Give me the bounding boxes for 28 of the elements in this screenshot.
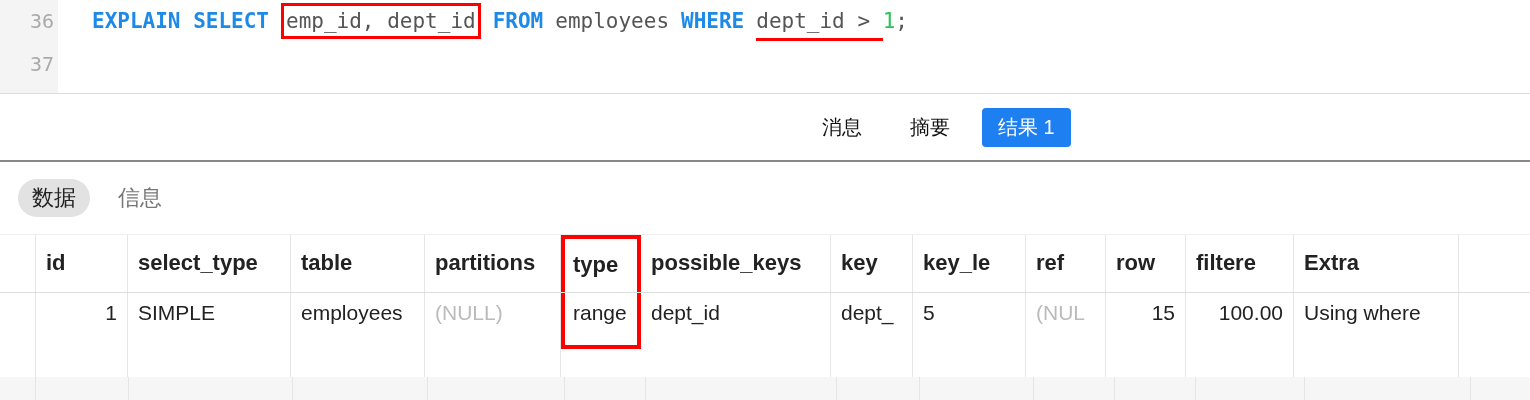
- result-tab[interactable]: 消息: [806, 107, 878, 147]
- column-header[interactable]: table: [291, 235, 425, 292]
- result-tab[interactable]: 结果 1: [982, 107, 1071, 147]
- sql-keyword: WHERE: [681, 8, 745, 35]
- column-header[interactable]: row: [1106, 235, 1186, 292]
- sql-code: dept_id >: [756, 6, 883, 41]
- column-header[interactable]: ref: [1026, 235, 1106, 292]
- column-header[interactable]: id: [36, 235, 128, 292]
- line-number: 37: [28, 51, 55, 78]
- column-header[interactable]: possible_keys: [641, 235, 831, 292]
- table-cell: range: [561, 293, 641, 349]
- column-header[interactable]: type: [561, 235, 641, 292]
- sql-code: employees: [555, 8, 670, 35]
- column-header[interactable]: Extra: [1294, 235, 1459, 292]
- column-header[interactable]: key: [831, 235, 913, 292]
- view-tab[interactable]: 数据: [18, 179, 90, 217]
- sql-code: 1: [882, 8, 896, 35]
- line-number: 36: [28, 8, 55, 35]
- sql-keyword: EXPLAIN SELECT: [92, 8, 269, 35]
- column-header[interactable]: partitions: [425, 235, 561, 292]
- column-header[interactable]: key_le: [913, 235, 1026, 292]
- result-tab[interactable]: 摘要: [894, 107, 966, 147]
- column-header[interactable]: filtere: [1186, 235, 1294, 292]
- sql-code: ;: [895, 8, 908, 35]
- view-tab[interactable]: 信息: [104, 179, 176, 217]
- sql-keyword: FROM: [492, 8, 544, 35]
- sql-code: emp_id, dept_id: [281, 3, 481, 39]
- column-header[interactable]: select_type: [128, 235, 291, 292]
